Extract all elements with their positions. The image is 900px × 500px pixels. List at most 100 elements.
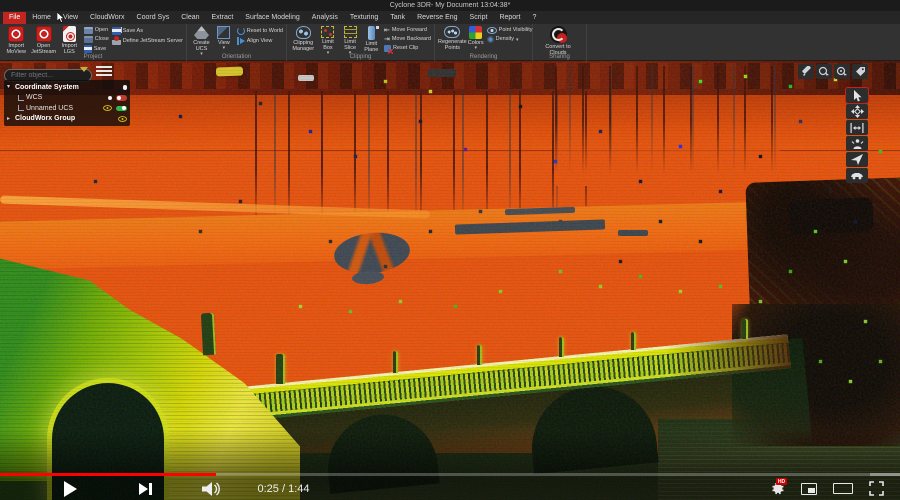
align-view-label: Align View [247,38,273,45]
play-button[interactable] [64,481,77,497]
next-button[interactable] [139,483,152,495]
eye-icon[interactable] [118,116,127,122]
pick-snap-button[interactable] [834,64,850,79]
measure-pen-button[interactable] [798,64,814,79]
drive-mode-button[interactable] [846,168,868,183]
move-backward-icon: ⇥ [384,36,390,43]
define-jetstream-server-button[interactable]: Define JetStream Server [112,37,183,45]
convert-to-clouds-button[interactable]: Convert to Clouds [536,26,580,56]
tab-texturing[interactable]: Texturing [344,12,384,24]
expander-icon[interactable]: ▸ [7,116,13,122]
human-view-button[interactable] [846,136,868,151]
progress-bar[interactable] [0,473,900,476]
theater-mode-button[interactable] [833,483,853,494]
ribbon-group-rendering: Regenerate Points Colors ▾ Point Visibil… [435,24,533,61]
reset-to-world-button[interactable]: Reset to World [237,27,283,35]
orientation-small-buttons: Reset to World Align View [237,27,283,45]
close-button[interactable]: Close [84,36,109,43]
open-folder-icon [84,27,93,34]
regenerate-points-button[interactable]: Regenerate Points [438,26,467,51]
rendering-small-buttons: Point Visibility Density ▾ [487,27,533,43]
reset-clip-icon [384,45,391,52]
fullscreen-button[interactable] [869,481,884,496]
fly-mode-button[interactable] [846,152,868,167]
open-button[interactable]: Open [84,27,109,34]
limit-plane-button[interactable]: Limit Plane [362,26,381,53]
wcs-visibility-toggle[interactable] [116,95,127,101]
move-backward-label: Move Backward [392,36,431,43]
measure-toolbar [798,64,868,79]
tab-clean[interactable]: Clean [175,12,205,24]
align-view-button[interactable]: Align View [237,37,283,45]
density-button[interactable]: Density ▾ [487,36,533,43]
tab-script[interactable]: Script [464,12,494,24]
tree-item-coordinate-system[interactable]: ▾ Coordinate System [7,82,127,93]
settings-button[interactable]: HD [770,481,785,496]
tag-icon [855,66,866,77]
tab-analysis[interactable]: Analysis [306,12,344,24]
save-as-button[interactable]: Save As [112,27,183,35]
coordinate-system-label: Coordinate System [15,84,79,91]
point-visibility-icon [487,27,497,34]
view-cube-icon [217,26,230,39]
import-moview-button[interactable]: Import MoView [3,26,29,55]
tree-menu-button[interactable] [96,65,112,77]
create-ucs-button[interactable]: Create UCS ▾ [190,26,213,56]
group-label-rendering: Rendering [435,53,532,61]
viewport-3d[interactable]: ▾ Coordinate System WCS Unnamed UCS ▸ [0,61,900,500]
pick-snap-icon [836,66,848,77]
import-lgs-button[interactable]: Import LGS [58,26,81,55]
tab-coord-sys[interactable]: Coord Sys [131,12,176,24]
clipping-manager-label: Clipping Manager [290,40,316,52]
tree-item-cloudworx-group[interactable]: ▸ CloudWorx Group [7,114,127,125]
move-forward-icon: ⇤ [384,27,390,34]
bulb-icon[interactable] [123,85,128,90]
move-backward-button[interactable]: ⇥ Move Backward [384,36,431,43]
limit-box-button[interactable]: Limit Box ▾ [317,26,338,55]
tab-cloudworx[interactable]: CloudWorx [84,12,131,24]
pan-move-button[interactable] [846,104,868,119]
tab-help[interactable]: ? [526,12,542,24]
limit-plane-label: Limit Plane [362,41,381,53]
player-controls: 0:25 / 1:44 HD [0,477,900,500]
save-button[interactable]: Save [84,45,109,53]
view-button[interactable]: View ▾ [214,26,234,50]
tab-tank[interactable]: Tank [384,12,411,24]
reset-to-world-label: Reset to World [247,28,283,35]
time-display: 0:25 / 1:44 [258,483,310,495]
density-label: Density [496,36,514,43]
pick-point-button[interactable] [816,64,832,79]
tab-home[interactable]: Home [26,12,57,24]
limit-slice-button[interactable]: Limit Slice ▾ [340,26,361,55]
volume-button[interactable] [200,481,222,497]
label-tag-button[interactable] [852,64,868,79]
unnamed-ucs-visibility-toggle[interactable] [116,106,127,112]
create-ucs-icon [194,26,209,39]
tab-report[interactable]: Report [493,12,526,24]
colors-button[interactable]: Colors ▾ [468,26,484,50]
tab-reverse-eng[interactable]: Reverse Eng [411,12,463,24]
convert-to-clouds-icon [550,26,567,43]
reset-clip-label: Reset Clip [393,45,418,52]
reset-to-world-icon [237,27,245,35]
select-cursor-button[interactable] [846,88,868,103]
move-forward-button[interactable]: ⇤ Move Forward [384,27,431,34]
tab-extract[interactable]: Extract [206,12,240,24]
axis-icon [18,95,24,101]
tab-file[interactable]: File [3,12,26,24]
miniplayer-button[interactable] [801,483,817,495]
reset-clip-button[interactable]: Reset Clip [384,45,431,52]
open-jetstream-button[interactable]: Open JetStream [30,26,56,55]
tab-surface-modeling[interactable]: Surface Modeling [239,12,305,24]
clipping-manager-button[interactable]: Clipping Manager [290,26,316,52]
person-icon [851,138,864,150]
filter-box [4,64,92,77]
width-fit-button[interactable] [846,120,868,135]
point-visibility-button[interactable]: Point Visibility [487,27,533,34]
video-player: Cyclone 3DR- My Document 13:04:38* File … [0,0,900,500]
tree-item-unnamed-ucs[interactable]: Unnamed UCS [7,103,127,114]
bulb-icon[interactable] [108,96,113,101]
expander-icon[interactable]: ▾ [7,84,13,90]
tree-item-wcs[interactable]: WCS [7,93,127,104]
eye-icon[interactable] [103,105,112,111]
